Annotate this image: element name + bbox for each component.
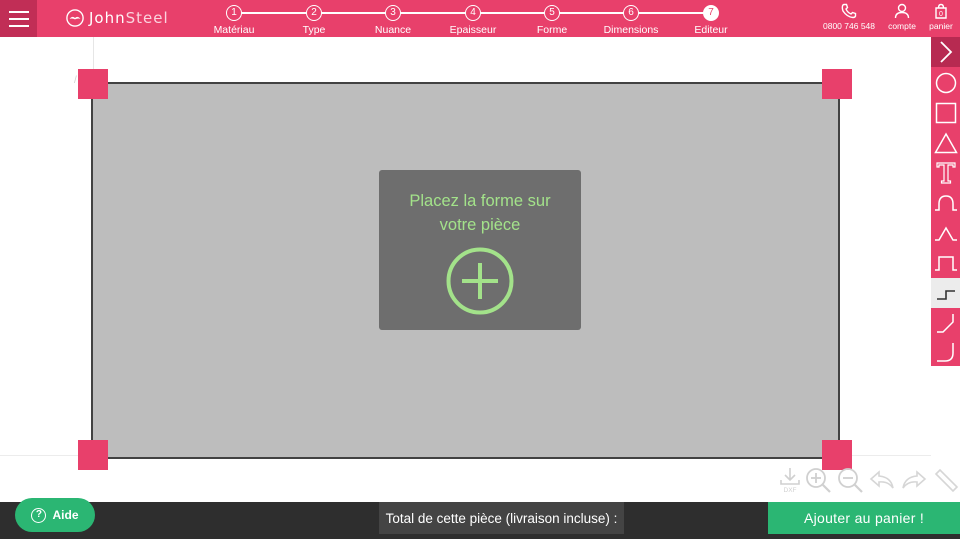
tool-corner-chamfer[interactable] xyxy=(931,308,960,338)
resize-handle-top-right[interactable] xyxy=(822,69,852,99)
step-number: 2 xyxy=(306,5,322,21)
step-epaisseur[interactable]: 4 Epaisseur xyxy=(443,3,503,36)
step-label: Dimensions xyxy=(603,24,659,36)
tool-angle-notch[interactable] xyxy=(931,218,960,248)
step-number: 6 xyxy=(623,5,639,21)
logo-text: JohnSteel xyxy=(89,9,169,27)
corner-round-icon xyxy=(936,343,954,362)
step-label: Editeur xyxy=(694,24,728,36)
tool-square-notch[interactable] xyxy=(931,248,960,278)
zoom-in-icon xyxy=(806,468,831,493)
add-to-cart-label: Ajouter au panier ! xyxy=(803,510,925,526)
zoom-in-button[interactable] xyxy=(804,466,832,496)
place-shape-text-line1: Placez la forme sur xyxy=(409,192,551,210)
cart-count: 0 xyxy=(939,11,943,18)
measure-button[interactable] xyxy=(932,466,960,496)
price-total: Total de cette pièce (livraison incluse)… xyxy=(379,502,624,534)
editor-canvas[interactable]: / Placez la forme sur votre pièce xyxy=(0,37,931,502)
tool-text[interactable] xyxy=(931,158,960,188)
user-icon xyxy=(894,3,910,19)
step-dimensions[interactable]: 6 Dimensions xyxy=(601,3,661,36)
phone-icon xyxy=(841,3,857,19)
corner-step-icon xyxy=(936,290,955,300)
step-label: Forme xyxy=(536,24,568,36)
step-progress: 1 Matériau 2 Type 3 Nuance 4 Epaisseur 5… xyxy=(214,0,734,37)
tool-corner-round[interactable] xyxy=(931,337,960,367)
resize-handle-bottom-left[interactable] xyxy=(78,440,108,470)
cart-bag-icon: 0 xyxy=(935,3,947,19)
zoom-out-icon xyxy=(838,468,863,493)
chevron-right-icon xyxy=(939,41,952,63)
step-label: Matériau xyxy=(213,24,255,36)
corner-chamfer-icon xyxy=(936,314,954,333)
round-notch-icon xyxy=(934,195,957,211)
phone-number: 0800 746 548 xyxy=(823,21,875,31)
circle-icon xyxy=(935,72,956,94)
step-nuance[interactable]: 3 Nuance xyxy=(363,3,423,36)
step-number: 4 xyxy=(465,5,481,21)
toolbar-toggle[interactable] xyxy=(931,37,960,67)
step-forme[interactable]: 5 Forme xyxy=(522,3,582,36)
angle-notch-icon xyxy=(934,226,957,241)
cart-link[interactable]: 0 panier xyxy=(922,0,960,37)
step-type[interactable]: 2 Type xyxy=(284,3,344,36)
total-label: Total de cette pièce (livraison incluse)… xyxy=(385,510,618,526)
place-shape-prompt[interactable]: Placez la forme sur votre pièce xyxy=(379,170,581,330)
step-label: Epaisseur xyxy=(449,24,497,36)
view-tools: DXF xyxy=(778,466,960,496)
step-label: Type xyxy=(302,24,326,36)
step-number: 7 xyxy=(703,5,719,21)
account-label: compte xyxy=(888,21,916,31)
hamburger-menu-icon[interactable] xyxy=(0,0,37,37)
tool-round-notch[interactable] xyxy=(931,188,960,218)
square-icon xyxy=(935,102,956,124)
undo-button[interactable] xyxy=(868,466,896,496)
shape-toolbar xyxy=(931,37,960,366)
place-shape-text: Placez la forme sur votre pièce xyxy=(379,189,581,237)
add-shape-plus-icon[interactable] xyxy=(446,247,514,315)
logo[interactable]: JohnSteel xyxy=(66,7,169,29)
tool-corner-step[interactable] xyxy=(931,278,960,308)
header-actions: 0800 746 548 compte 0 panier xyxy=(816,0,960,37)
download-dxf-icon: DXF xyxy=(780,468,800,494)
add-to-cart-button[interactable]: Ajouter au panier ! xyxy=(768,502,960,534)
phone-link[interactable]: 0800 746 548 xyxy=(816,0,882,37)
ruler-icon xyxy=(934,468,959,493)
tool-square[interactable] xyxy=(931,98,960,128)
top-header: JohnSteel 1 Matériau 2 Type 3 Nuance 4 E… xyxy=(0,0,960,37)
tool-circle[interactable] xyxy=(931,68,960,98)
help-button[interactable]: ? Aide xyxy=(15,498,95,532)
triangle-icon xyxy=(933,132,958,154)
square-notch-icon xyxy=(934,256,957,271)
redo-button[interactable] xyxy=(900,466,928,496)
question-icon: ? xyxy=(31,507,47,523)
dxf-label: DXF xyxy=(784,487,797,494)
help-label: Aide xyxy=(52,508,79,522)
zoom-out-button[interactable] xyxy=(836,466,864,496)
undo-icon xyxy=(869,470,894,489)
cart-label: panier xyxy=(929,21,953,31)
guide-mark: / xyxy=(74,75,77,86)
step-editeur[interactable]: 7 Editeur xyxy=(681,3,741,36)
download-dxf-button[interactable]: DXF xyxy=(778,466,806,496)
step-number: 3 xyxy=(385,5,401,21)
place-shape-text-line2: votre pièce xyxy=(439,216,521,234)
step-materiau[interactable]: 1 Matériau xyxy=(204,3,264,36)
tool-triangle[interactable] xyxy=(931,128,960,158)
redo-icon xyxy=(902,470,927,489)
mustache-logo-icon xyxy=(66,9,84,27)
account-link[interactable]: compte xyxy=(882,0,922,37)
resize-handle-top-left[interactable] xyxy=(78,69,108,99)
step-number: 1 xyxy=(226,5,242,21)
text-icon xyxy=(935,162,956,184)
step-label: Nuance xyxy=(374,24,412,36)
step-number: 5 xyxy=(544,5,560,21)
